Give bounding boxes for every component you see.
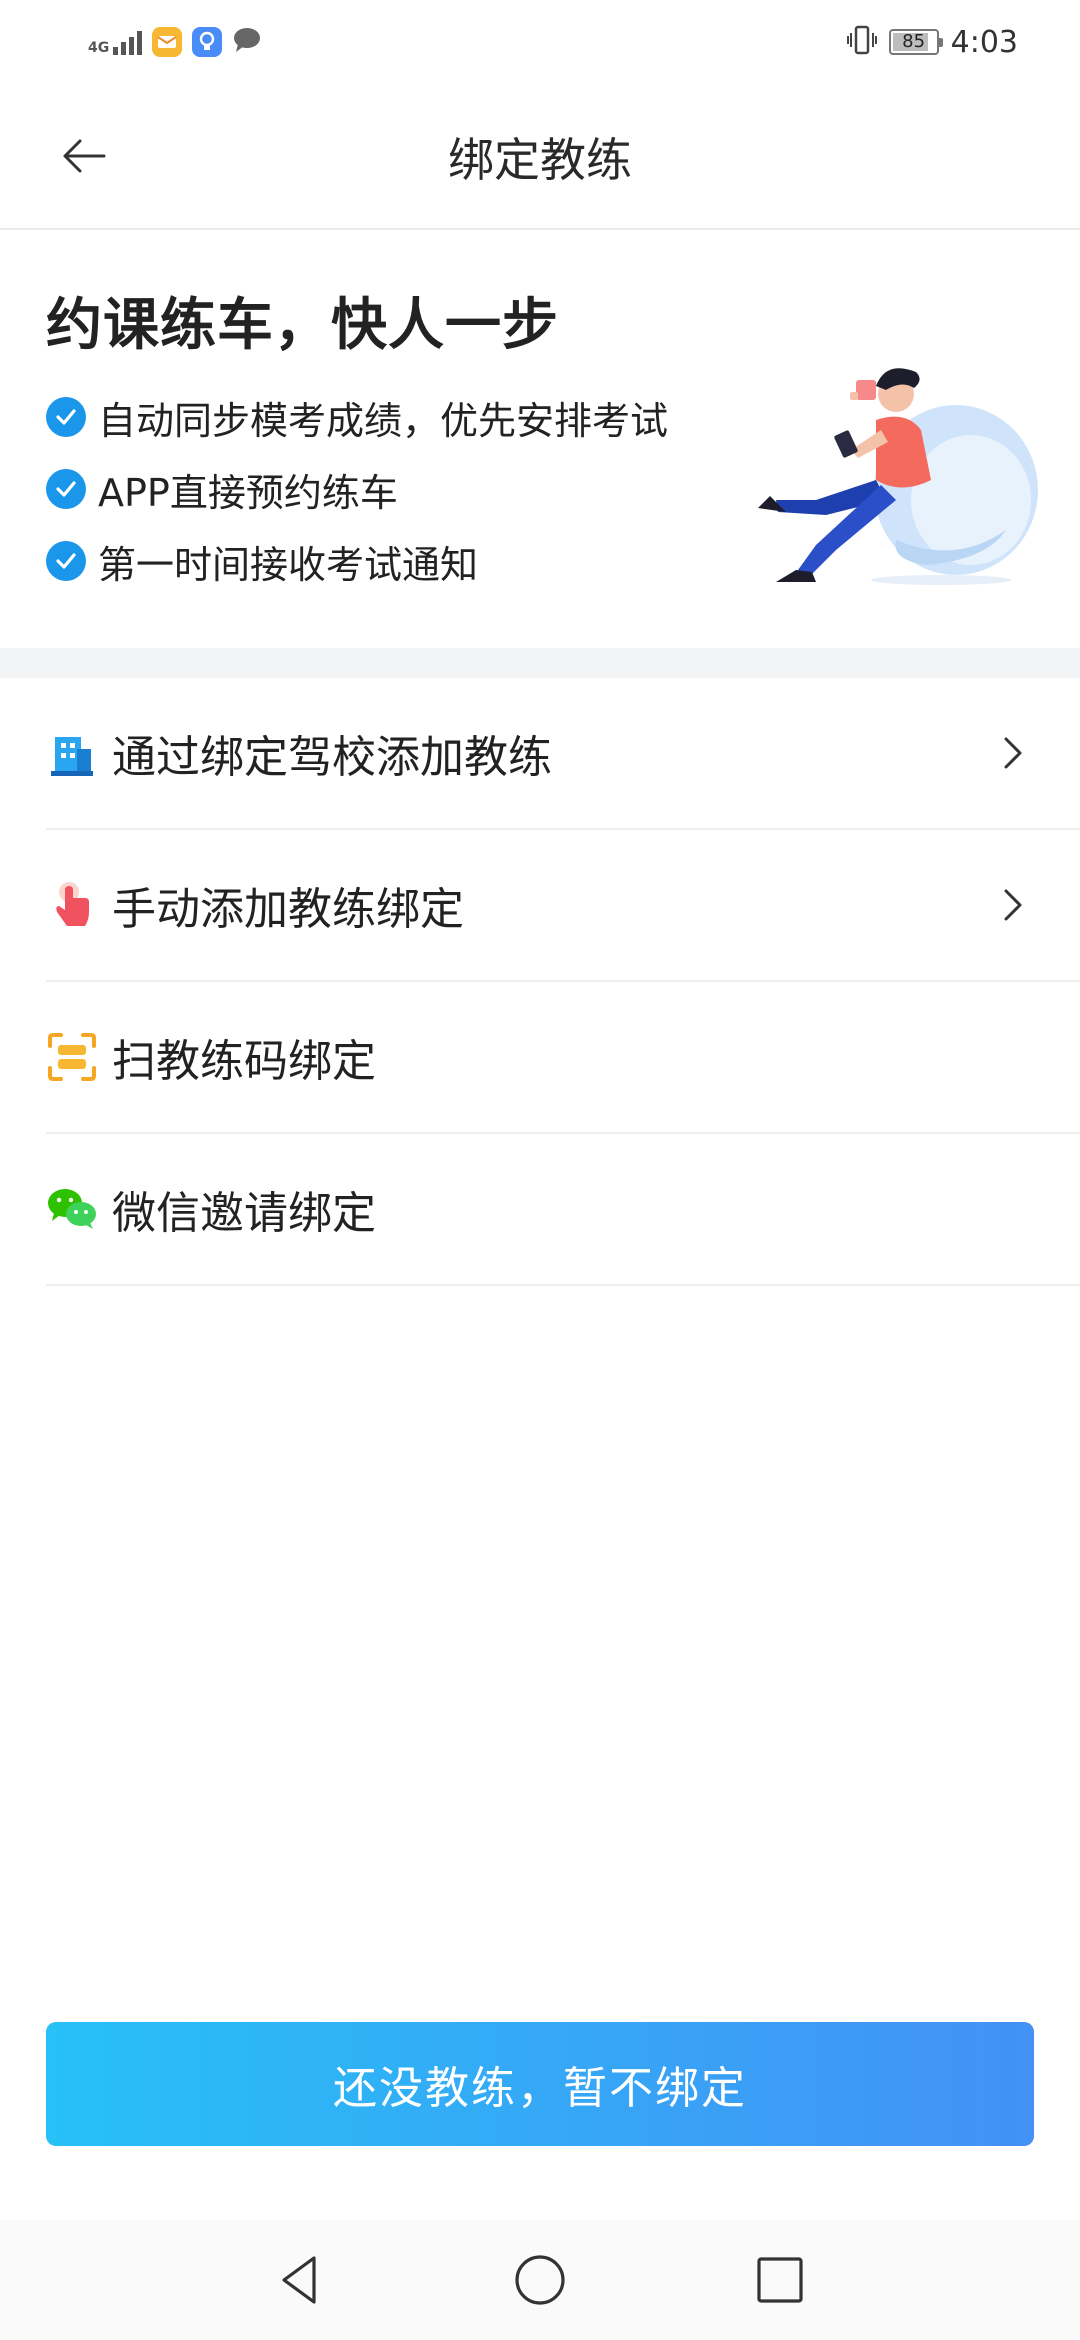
feature-text: 第一时间接收考试通知 xyxy=(98,542,479,587)
recents-square-icon[interactable] xyxy=(750,2250,810,2310)
chat-app-icon xyxy=(232,26,262,58)
signal-icon: 4G xyxy=(88,29,143,56)
option-scan-coach-code[interactable]: 扫教练码绑定 xyxy=(46,982,1080,1134)
page-title: 绑定教练 xyxy=(448,133,632,187)
building-icon xyxy=(46,727,98,779)
bulb-app-icon xyxy=(192,27,223,57)
wechat-icon xyxy=(46,1183,98,1235)
feature-item: 自动同步模考成绩，优先安排考试 xyxy=(46,392,669,443)
option-bind-driving-school[interactable]: 通过绑定驾校添加教练 xyxy=(46,678,1080,830)
skip-binding-label: 还没教练，暂不绑定 xyxy=(333,2063,747,2114)
skip-binding-button[interactable]: 还没教练，暂不绑定 xyxy=(46,2022,1034,2146)
chevron-right-icon xyxy=(992,733,1032,773)
home-circle-icon[interactable] xyxy=(510,2250,570,2310)
check-circle-icon xyxy=(46,469,86,509)
app-header: 绑定教练 xyxy=(0,84,1080,230)
status-bar-left: 4G xyxy=(88,20,262,64)
option-label: 手动添加教练绑定 xyxy=(112,884,464,935)
section-divider xyxy=(0,648,1080,678)
check-circle-icon xyxy=(46,397,86,437)
promo-headline: 约课练车，快人一步 xyxy=(46,293,559,358)
feature-text: 自动同步模考成绩，优先安排考试 xyxy=(98,398,669,443)
vibrate-icon xyxy=(846,24,877,60)
feature-item: APP直接预约练车 xyxy=(46,464,398,515)
hand-tap-icon xyxy=(46,879,98,931)
status-bar-right: 85 4:03 xyxy=(846,20,1018,64)
feature-text: APP直接预约练车 xyxy=(98,470,398,515)
option-manual-add-coach[interactable]: 手动添加教练绑定 xyxy=(46,830,1080,982)
option-label: 通过绑定驾校添加教练 xyxy=(112,732,552,783)
option-label: 微信邀请绑定 xyxy=(112,1188,376,1239)
chevron-right-icon xyxy=(992,885,1032,925)
battery-level: 85 xyxy=(902,31,926,52)
option-wechat-invite[interactable]: 微信邀请绑定 xyxy=(46,1134,1080,1286)
system-nav-bar xyxy=(0,2220,1080,2340)
scan-icon xyxy=(46,1031,98,1083)
back-triangle-icon[interactable] xyxy=(270,2250,330,2310)
network-type: 4G xyxy=(88,40,110,56)
check-circle-icon xyxy=(46,541,86,581)
status-bar: 4G 85 4:03 xyxy=(0,0,1080,84)
feature-item: 第一时间接收考试通知 xyxy=(46,536,479,587)
mail-app-icon xyxy=(152,27,183,57)
option-label: 扫教练码绑定 xyxy=(112,1036,376,1087)
status-time: 4:03 xyxy=(950,24,1018,60)
person-sitting-in-bean-bag-illustration xyxy=(756,350,1046,590)
battery-icon: 85 xyxy=(888,29,943,55)
